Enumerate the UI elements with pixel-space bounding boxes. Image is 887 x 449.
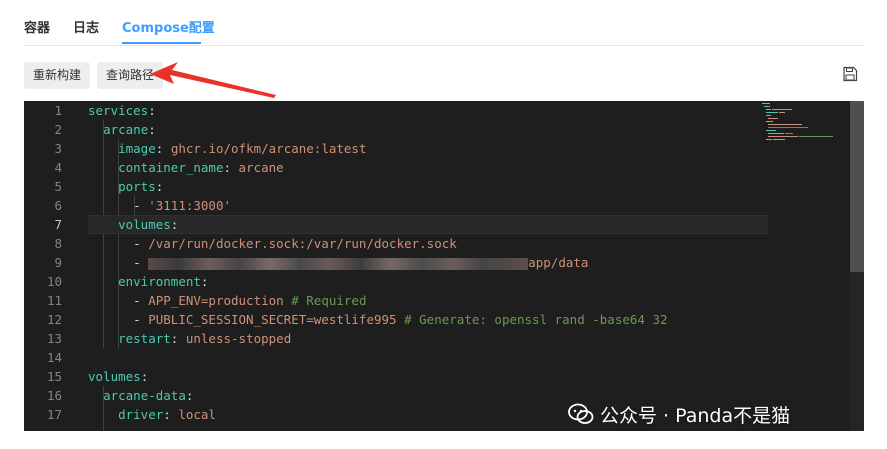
code-editor[interactable]: 1 2 3 4 5 6 7 8 9 10 11 12 13 14 15 16 1… bbox=[24, 101, 864, 431]
code-line: - PUBLIC_SESSION_SECRET=westlife995 # Ge… bbox=[133, 312, 668, 327]
watermark: 公众号 · Panda不是猫 bbox=[568, 401, 790, 428]
code-line: - app/data bbox=[133, 255, 589, 270]
annotation-arrow bbox=[150, 62, 276, 98]
line-number: 8 bbox=[54, 236, 62, 251]
code-line: volumes: bbox=[88, 369, 149, 384]
tab-containers[interactable]: 容器 bbox=[24, 17, 50, 36]
line-number: 16 bbox=[46, 388, 62, 403]
scrollbar-thumb[interactable] bbox=[850, 101, 864, 272]
line-number: 15 bbox=[46, 369, 62, 384]
line-number: 12 bbox=[46, 312, 62, 327]
code-line-current: volumes: bbox=[88, 215, 768, 234]
vertical-scrollbar[interactable] bbox=[850, 101, 864, 431]
wechat-icon bbox=[568, 403, 594, 424]
tab-bar: 容器 日志 Compose配置 bbox=[24, 0, 864, 46]
line-number-current: 7 bbox=[54, 217, 62, 232]
code-line: image: ghcr.io/ofkm/arcane:latest bbox=[118, 141, 367, 156]
line-number: 5 bbox=[54, 179, 62, 194]
line-number: 2 bbox=[54, 122, 62, 137]
code-line: container_name: arcane bbox=[118, 160, 284, 175]
save-icon[interactable] bbox=[842, 66, 858, 82]
tab-compose-config[interactable]: Compose配置 bbox=[122, 17, 215, 36]
redacted-path bbox=[148, 257, 529, 270]
line-number: 17 bbox=[46, 407, 62, 422]
line-number: 3 bbox=[54, 141, 62, 156]
code-line: - '3111:3000' bbox=[133, 198, 232, 213]
rebuild-button[interactable]: 重新构建 bbox=[24, 62, 91, 89]
line-number: 13 bbox=[46, 331, 62, 346]
active-tab-indicator bbox=[122, 42, 201, 44]
line-number: 9 bbox=[54, 255, 62, 270]
line-number: 1 bbox=[54, 103, 62, 118]
code-line: restart: unless-stopped bbox=[118, 331, 292, 346]
line-number: 10 bbox=[46, 274, 62, 289]
code-content[interactable]: services: arcane: image: ghcr.io/ofkm/ar… bbox=[88, 101, 768, 431]
code-line: services: bbox=[88, 103, 156, 118]
code-line: environment: bbox=[118, 274, 209, 289]
line-number-gutter: 1 2 3 4 5 6 7 8 9 10 11 12 13 14 15 16 1… bbox=[24, 101, 74, 424]
line-number: 6 bbox=[54, 198, 62, 213]
code-line: - /var/run/docker.sock:/var/run/docker.s… bbox=[133, 236, 457, 251]
line-number: 14 bbox=[46, 350, 62, 365]
line-number: 11 bbox=[46, 293, 62, 308]
minimap[interactable] bbox=[762, 103, 842, 143]
tab-logs[interactable]: 日志 bbox=[73, 17, 99, 36]
code-line: arcane: bbox=[103, 122, 156, 137]
code-line: - APP_ENV=production # Required bbox=[133, 293, 367, 308]
code-line: ports: bbox=[118, 179, 164, 194]
watermark-text: 公众号 · Panda不是猫 bbox=[600, 405, 791, 427]
line-number: 4 bbox=[54, 160, 62, 175]
